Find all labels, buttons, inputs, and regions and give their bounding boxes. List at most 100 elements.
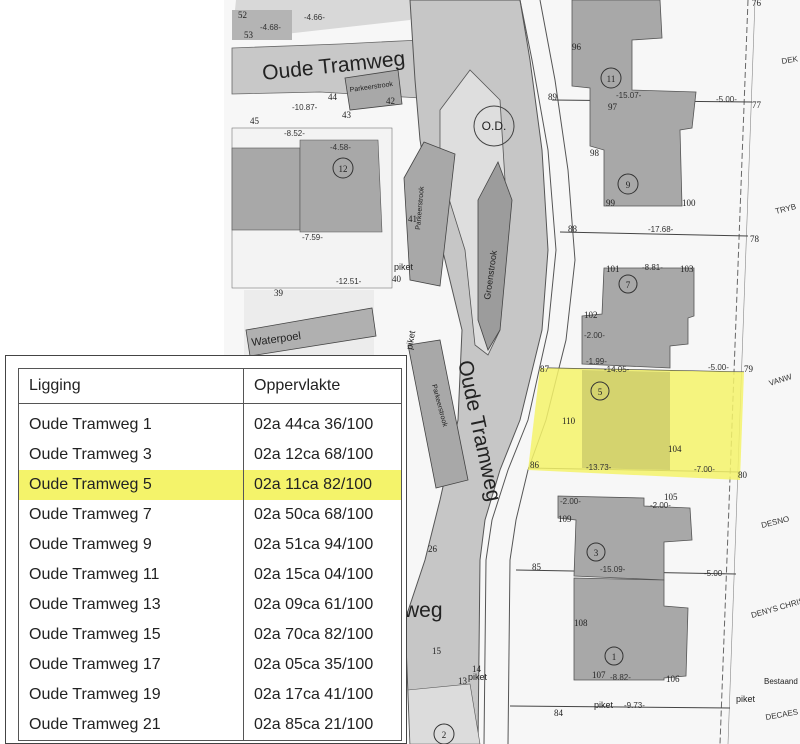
table-row: Oude Tramweg 9 02a 51ca 94/100 [18, 530, 402, 560]
point-number: 99 [606, 198, 616, 208]
od-label: O.D. [482, 119, 507, 133]
cell-ligging: Oude Tramweg 7 [18, 500, 244, 530]
dimension-label: -5.00- [708, 363, 729, 372]
dimension-label: -15.09- [600, 565, 626, 574]
cell-ligging: Oude Tramweg 17 [18, 650, 244, 680]
point-number: 96 [572, 42, 582, 52]
point-number: 103 [680, 264, 694, 274]
point-number: 42 [386, 96, 395, 106]
table-row: Oude Tramweg 7 02a 50ca 68/100 [18, 500, 402, 530]
cell-ligging: Oude Tramweg 9 [18, 530, 244, 560]
table-header-row: Ligging Oppervlakte [18, 368, 402, 404]
dimension-label: -8.82- [610, 673, 631, 682]
piket-label: piket [736, 694, 756, 704]
lot-building [231, 147, 301, 231]
dimension-label: -4.68- [260, 23, 281, 32]
cell-ligging: Oude Tramweg 11 [18, 560, 244, 590]
table-row: Oude Tramweg 21 02a 85ca 21/100 [18, 710, 402, 741]
cell-oppervlakte: 02a 05ca 35/100 [254, 656, 374, 673]
point-number: 98 [590, 148, 600, 158]
building-5 [582, 370, 670, 470]
dimension-label: -15.07- [616, 91, 642, 100]
cell-oppervlakte: 02a 44ca 36/100 [254, 416, 374, 433]
blank-area [0, 0, 224, 355]
point-number: 100 [682, 198, 696, 208]
table-row: Oude Tramweg 13 02a 09ca 61/100 [18, 590, 402, 620]
lot-1-number: 1 [612, 652, 617, 662]
point-number: 84 [554, 708, 564, 718]
dimension-label: -7.00- [694, 465, 715, 474]
point-number: 107 [592, 670, 606, 680]
dimension-label: -12.51- [336, 277, 362, 286]
piket-label: piket [594, 700, 614, 710]
table-row: Oude Tramweg 17 02a 05ca 35/100 [18, 650, 402, 680]
dimension-label: -14.05- [604, 365, 630, 374]
point-number: 97 [608, 102, 618, 112]
cell-ligging: Oude Tramweg 3 [18, 440, 244, 470]
table-row-highlighted: Oude Tramweg 5 02a 11ca 82/100 [18, 470, 402, 500]
dimension-label: -2.00- [650, 501, 671, 510]
point-number: 102 [584, 310, 598, 320]
point-number: 110 [562, 416, 576, 426]
point-number: 79 [744, 364, 754, 374]
point-number: 14 [472, 664, 482, 674]
point-number: 88 [568, 224, 578, 234]
point-number: 80 [738, 470, 748, 480]
point-number: 106 [666, 674, 680, 684]
point-number: 77 [752, 100, 762, 110]
bestaand-label: Bestaand [764, 677, 798, 686]
dimension-label: -5.00- [716, 95, 737, 104]
cell-oppervlakte: 02a 09ca 61/100 [254, 596, 374, 613]
cell-oppervlakte: 02a 70ca 82/100 [254, 626, 374, 643]
cell-oppervlakte: 02a 51ca 94/100 [254, 536, 374, 553]
dimension-label: -4.58- [330, 143, 351, 152]
point-number: 85 [532, 562, 542, 572]
cell-oppervlakte: 02a 12ca 68/100 [254, 446, 374, 463]
point-number: 44 [328, 92, 338, 102]
point-number: 108 [574, 618, 588, 628]
cell-ligging: Oude Tramweg 5 [18, 470, 244, 500]
point-number: 101 [606, 264, 620, 274]
cell-oppervlakte: 02a 11ca 82/100 [243, 470, 402, 500]
cell-oppervlakte: 02a 15ca 04/100 [254, 566, 374, 583]
header-oppervlakte: Oppervlakte [243, 368, 402, 404]
point-number: 53 [244, 30, 254, 40]
point-number: 39 [274, 288, 284, 298]
lot-12-number: 12 [339, 164, 348, 174]
lot-table-panel: Ligging Oppervlakte Oude Tramweg 1 02a 4… [5, 355, 407, 744]
dimension-label: -2.00- [560, 497, 581, 506]
dimension-label: -8.81- [642, 263, 663, 272]
point-number: 45 [250, 116, 260, 126]
lot-2-number: 2 [442, 730, 447, 740]
point-number: 86 [530, 460, 540, 470]
point-number: 109 [558, 514, 572, 524]
dimension-label: -17.68- [648, 225, 674, 234]
dimension-label: -4.66- [304, 13, 325, 22]
dimension-label: -8.52- [284, 129, 305, 138]
lot-11-number: 11 [607, 74, 616, 84]
point-number: 104 [668, 444, 682, 454]
point-number: 87 [540, 364, 550, 374]
dimension-label: -7.59- [302, 233, 323, 242]
lot-7-number: 7 [626, 280, 631, 290]
point-number: 40 [392, 274, 402, 284]
dimension-label: -5.00- [704, 569, 725, 578]
lot-9-number: 9 [626, 180, 631, 190]
lot-5-number: 5 [598, 387, 603, 397]
street-label-bottom: weg [403, 599, 443, 622]
dimension-label: -2.00- [584, 331, 605, 340]
point-number: 52 [238, 10, 247, 20]
cell-oppervlakte: 02a 50ca 68/100 [254, 506, 374, 523]
cell-oppervlakte: 02a 85ca 21/100 [254, 716, 374, 733]
cell-oppervlakte: 02a 17ca 41/100 [254, 686, 374, 703]
point-number: 26 [428, 544, 438, 554]
point-number: 43 [342, 110, 352, 120]
point-number: 89 [548, 92, 558, 102]
header-ligging: Ligging [18, 368, 244, 404]
cell-ligging: Oude Tramweg 19 [18, 680, 244, 710]
table-row: Oude Tramweg 3 02a 12ca 68/100 [18, 440, 402, 470]
cell-ligging: Oude Tramweg 13 [18, 590, 244, 620]
point-number: 78 [750, 234, 760, 244]
dimension-label: -9.73- [624, 701, 645, 710]
piket-label: piket [394, 262, 414, 272]
